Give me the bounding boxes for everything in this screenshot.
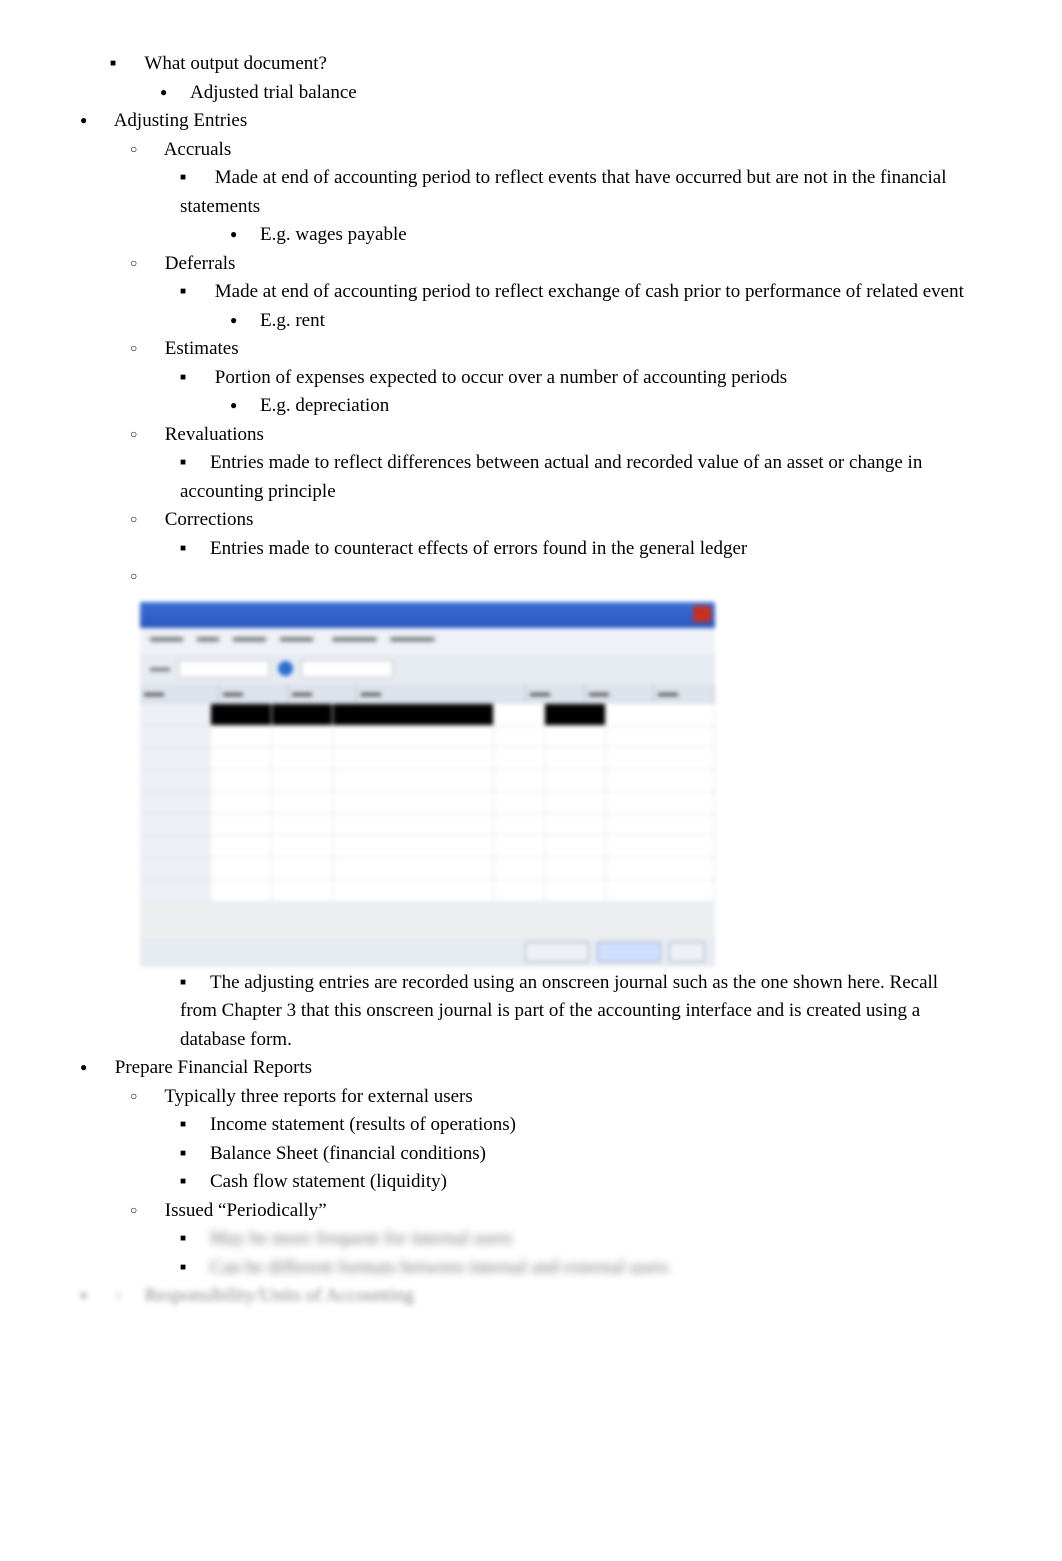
item-text: Revaluations [165,424,264,445]
item-text: Can be different formats between interna… [210,1257,669,1278]
item-text: E.g. rent [260,310,325,331]
list-level-2: Accruals Made at end of accounting perio… [80,136,972,1055]
outline-item: Adjusted trial balance [160,79,972,108]
outline-item: E.g. wages payable [230,221,972,250]
outline-item: Corrections Entries made to counteract e… [130,506,972,563]
item-text: Responsibility/Units of Accounting [145,1285,414,1306]
journal-screenshot: ▬▬▬▬▬▬▬▬▬▬▬ ▬▬▬▬▬▬▬▬ ▬▬ ▬▬▬▬▬▬▬▬▬▬▬▬▬▬ [140,602,715,967]
item-text: Portion of expenses expected to occur ov… [215,367,787,388]
item-text: Adjusting Entries [114,110,248,131]
outline-item: Prepare Financial Reports Typically thre… [80,1054,972,1282]
table-row [140,770,715,792]
table-row [140,858,715,880]
table-row [140,726,715,748]
list-level-3: Income statement (results of operations)… [130,1111,972,1197]
outline-item: Cash flow statement (liquidity) [180,1168,972,1197]
table-row [140,748,715,770]
item-text: Entries made to reflect differences betw… [180,452,922,502]
outline-item: Deferrals Made at end of accounting peri… [130,250,972,336]
outline-item: Balance Sheet (financial conditions) [180,1140,972,1169]
outline-item: Revaluations Entries made to reflect dif… [130,421,972,507]
list-level-3: Entries made to counteract effects of er… [130,535,972,564]
item-text: E.g. wages payable [260,224,407,245]
item-text: Adjusted trial balance [190,82,357,103]
table-row [140,836,715,858]
list-level-1: Adjusting Entries Accruals Made at end o… [60,107,972,1311]
item-text: Made at end of accounting period to refl… [215,281,964,302]
item-text: ▬▬▬▬▬▬▬▬▬▬▬ ▬▬▬▬▬▬▬▬ ▬▬ ▬▬▬▬▬▬▬▬▬▬▬▬▬▬ [130,602,972,967]
list-level-4: E.g. rent [180,307,972,336]
item-text: Balance Sheet (financial conditions) [210,1143,486,1164]
item-text: The adjusting entries are recorded using… [180,972,938,1050]
table-row [140,814,715,836]
list-level-3: The adjusting entries are recorded using… [130,969,972,1055]
item-text: Accruals [164,139,232,160]
item-text: Typically three reports for external use… [164,1086,472,1107]
list-level-4: E.g. depreciation [180,392,972,421]
outline-item: E.g. depreciation [230,392,972,421]
list-level-3: Made at end of accounting period to refl… [130,164,972,250]
outline-item-image: ▬▬▬▬▬▬▬▬▬▬▬ ▬▬▬▬▬▬▬▬ ▬▬ ▬▬▬▬▬▬▬▬▬▬▬▬▬▬ [130,563,972,1054]
list-level-3: Made at end of accounting period to refl… [130,278,972,335]
list-level-2: Typically three reports for external use… [80,1083,972,1283]
outline-item: What output document? Adjusted trial bal… [110,50,972,107]
item-text: Prepare Financial Reports [115,1057,312,1078]
outline-item: Adjusting Entries Accruals Made at end o… [80,107,972,1054]
outline-item: Typically three reports for external use… [130,1083,972,1197]
list-level-3: May be more frequent for internal users … [130,1225,972,1282]
window-footer [140,937,715,967]
list-level-3: What output document? Adjusted trial bal… [60,50,972,107]
list-level-3: Entries made to reflect differences betw… [130,449,972,506]
outline-item: ○Responsibility/Units of Accounting [80,1282,972,1311]
item-text: E.g. depreciation [260,395,389,416]
outline-item: Entries made to reflect differences betw… [180,449,972,506]
item-text: May be more frequent for internal users [210,1228,513,1249]
item-text: Deferrals [165,253,236,274]
window-menubar: ▬▬▬▬▬▬▬▬▬▬▬ ▬▬▬▬▬▬▬▬ [140,628,715,654]
outline-item: The adjusting entries are recorded using… [180,969,972,1055]
item-text: Cash flow statement (liquidity) [210,1171,447,1192]
window-toolbar: ▬▬ [140,654,715,684]
list-level-4: Adjusted trial balance [110,79,972,108]
window-titlebar [140,602,715,628]
close-icon [693,606,711,622]
outline-item: Made at end of accounting period to refl… [180,164,972,250]
item-text: Issued “Periodically” [165,1200,327,1221]
outline-item: Issued “Periodically” May be more freque… [130,1197,972,1283]
table-row [140,880,715,902]
item-text: Income statement (results of operations) [210,1114,516,1135]
item-text: Entries made to counteract effects of er… [210,538,747,559]
table-row [140,704,715,726]
outline-item: Income statement (results of operations) [180,1111,972,1140]
outline-item: Accruals Made at end of accounting perio… [130,136,972,250]
outline-item: May be more frequent for internal users [180,1225,972,1254]
outline-item: Can be different formats between interna… [180,1254,972,1283]
table-row [140,792,715,814]
outline-item: Portion of expenses expected to occur ov… [180,364,972,421]
item-text: What output document? [144,53,327,74]
list-level-3: Portion of expenses expected to occur ov… [130,364,972,421]
item-text: Corrections [165,509,254,530]
item-text: Made at end of accounting period to refl… [180,167,946,217]
outline-item: E.g. rent [230,307,972,336]
table-header: ▬▬▬▬▬▬▬▬▬▬▬▬▬▬ [140,684,715,704]
list-level-4: E.g. wages payable [180,221,972,250]
outline-item: Made at end of accounting period to refl… [180,278,972,335]
item-text: Estimates [165,338,239,359]
outline-item: Entries made to counteract effects of er… [180,535,972,564]
outline-item: Estimates Portion of expenses expected t… [130,335,972,421]
